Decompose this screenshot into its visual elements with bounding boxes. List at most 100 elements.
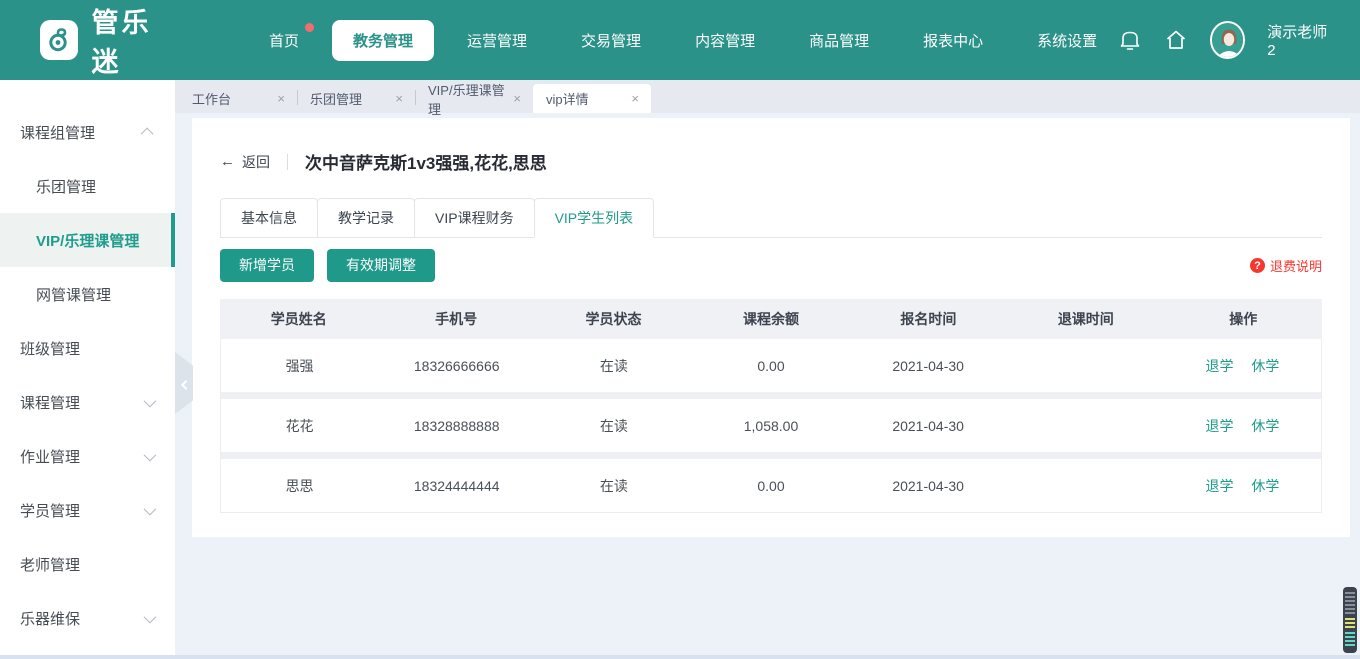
suspend-link[interactable]: 休学 xyxy=(1251,478,1279,494)
sidebar-item-online-course-management[interactable]: 网管课管理 xyxy=(0,267,175,321)
detail-card: ← 返回 次中音萨克斯1v3强强,花花,思思 基本信息 教学记录 VIP课程财务 xyxy=(192,118,1350,537)
vertical-scrollbar[interactable] xyxy=(1343,587,1357,653)
question-circle-icon: ? xyxy=(1250,258,1265,273)
sidebar-item-label: 乐团管理 xyxy=(36,176,96,197)
topbar-right: 演示老师2 xyxy=(1118,21,1330,59)
close-icon[interactable]: × xyxy=(513,92,521,105)
cell-status: 在读 xyxy=(535,356,692,376)
actions-row: 新增学员 有效期调整 ? 退费说明 xyxy=(220,249,1322,282)
sidebar-item-teacher-management[interactable]: 老师管理 xyxy=(0,537,175,591)
scrollbar-stripes-gray xyxy=(1345,592,1355,616)
tab-label: 乐团管理 xyxy=(310,89,362,108)
tab-label: VIP/乐理课管理 xyxy=(428,80,513,118)
table-header-row: 学员姓名 手机号 学员状态 课程余额 报名时间 退课时间 操作 xyxy=(220,299,1322,339)
column-header-student-name: 学员姓名 xyxy=(220,309,377,329)
opened-tabs-bar: 工作台 × 乐团管理 × VIP/乐理课管理 × vip详情 × xyxy=(175,80,1360,113)
close-icon[interactable]: × xyxy=(277,92,285,105)
adjust-validity-button[interactable]: 有效期调整 xyxy=(327,249,435,282)
sidebar-item-instrument-maintenance[interactable]: 乐器维保 xyxy=(0,591,175,645)
cell-balance: 1,058.00 xyxy=(692,418,849,434)
tab-vip-music-theory-management[interactable]: VIP/乐理课管理 × xyxy=(415,84,533,113)
tab-vip-detail[interactable]: vip详情 × xyxy=(533,84,651,113)
nav-item-label: 商品管理 xyxy=(809,33,869,50)
tab-label: VIP学生列表 xyxy=(555,210,634,226)
chevron-down-icon xyxy=(144,448,157,461)
sidebar-item-label: 网管课管理 xyxy=(36,284,111,305)
back-button[interactable]: ← 返回 xyxy=(220,152,270,172)
suspend-link[interactable]: 休学 xyxy=(1251,358,1279,374)
top-menu: 首页 教务管理 运营管理 交易管理 内容管理 商品管理 报表中心 系统设置 xyxy=(248,20,1118,61)
sidebar-item-course-management[interactable]: 课程管理 xyxy=(0,375,175,429)
withdraw-link[interactable]: 退学 xyxy=(1205,418,1233,434)
withdraw-link[interactable]: 退学 xyxy=(1205,358,1233,374)
nav-item-reports[interactable]: 报表中心 xyxy=(902,20,1004,61)
column-header-student-status: 学员状态 xyxy=(535,309,692,329)
sidebar-item-label: 乐器维保 xyxy=(20,608,80,629)
brand-logo[interactable]: 管乐迷 xyxy=(40,1,176,79)
cell-operations: 退学 休学 xyxy=(1164,356,1321,376)
horizontal-scrollbar[interactable] xyxy=(0,655,1360,659)
nav-item-label: 首页 xyxy=(269,33,299,50)
sidebar-item-label: 学员管理 xyxy=(20,500,80,521)
withdraw-link[interactable]: 退学 xyxy=(1205,478,1233,494)
refund-note-link[interactable]: ? 退费说明 xyxy=(1250,256,1322,275)
tab-vip-student-list[interactable]: VIP学生列表 xyxy=(534,198,655,238)
cell-operations: 退学 休学 xyxy=(1164,416,1321,436)
content-area: ← 返回 次中音萨克斯1v3强强,花花,思思 基本信息 教学记录 VIP课程财务 xyxy=(175,113,1360,659)
chevron-down-icon xyxy=(144,610,157,623)
suspend-link[interactable]: 休学 xyxy=(1251,418,1279,434)
tab-label: VIP课程财务 xyxy=(435,210,514,226)
nav-item-content[interactable]: 内容管理 xyxy=(674,20,776,61)
sidebar-item-label: 班级管理 xyxy=(20,338,80,359)
back-label: 返回 xyxy=(242,152,270,172)
tab-orchestra-management[interactable]: 乐团管理 × xyxy=(297,84,415,113)
nav-item-academic-management[interactable]: 教务管理 xyxy=(332,20,434,61)
tab-teaching-records[interactable]: 教学记录 xyxy=(317,198,415,238)
chevron-up-icon xyxy=(141,127,154,140)
nav-item-operations[interactable]: 运营管理 xyxy=(446,20,548,61)
nav-item-settings[interactable]: 系统设置 xyxy=(1016,20,1118,61)
chevron-left-icon xyxy=(180,379,190,389)
sidebar-item-label: 课程组管理 xyxy=(20,122,95,143)
add-student-button[interactable]: 新增学员 xyxy=(220,249,314,282)
column-header-quit-date: 退课时间 xyxy=(1007,309,1164,329)
home-icon[interactable] xyxy=(1164,27,1188,53)
cell-student-name: 强强 xyxy=(221,356,378,376)
tab-workbench[interactable]: 工作台 × xyxy=(179,84,297,113)
sidebar-item-class-management[interactable]: 班级管理 xyxy=(0,321,175,375)
table-row: 强强 18326666666 在读 0.00 2021-04-30 退学 休学 xyxy=(221,339,1321,392)
nav-item-label: 内容管理 xyxy=(695,33,755,50)
nav-item-home[interactable]: 首页 xyxy=(248,20,320,61)
nav-item-label: 运营管理 xyxy=(467,33,527,50)
close-icon[interactable]: × xyxy=(631,92,639,105)
nav-item-products[interactable]: 商品管理 xyxy=(788,20,890,61)
sidebar-item-course-group-management[interactable]: 课程组管理 xyxy=(0,105,175,159)
close-icon[interactable]: × xyxy=(395,92,403,105)
bell-icon[interactable] xyxy=(1118,27,1142,53)
main-area: 工作台 × 乐团管理 × VIP/乐理课管理 × vip详情 × ← xyxy=(175,80,1360,659)
avatar[interactable] xyxy=(1210,21,1245,59)
nav-item-transactions[interactable]: 交易管理 xyxy=(560,20,662,61)
column-header-operations: 操作 xyxy=(1165,309,1322,329)
column-header-phone: 手机号 xyxy=(377,309,534,329)
logo-instrument-icon xyxy=(40,20,78,60)
sidebar-item-student-management[interactable]: 学员管理 xyxy=(0,483,175,537)
tab-label: 工作台 xyxy=(192,89,231,108)
divider xyxy=(287,154,288,170)
sidebar-item-label: 作业管理 xyxy=(20,446,80,467)
nav-item-label: 教务管理 xyxy=(353,33,413,50)
tab-label: 教学记录 xyxy=(338,210,394,226)
page-header: ← 返回 次中音萨克斯1v3强强,花花,思思 xyxy=(220,118,1322,174)
cell-operations: 退学 休学 xyxy=(1164,476,1321,496)
cell-enroll-date: 2021-04-30 xyxy=(850,358,1007,374)
sidebar-item-vip-music-theory-management[interactable]: VIP/乐理课管理 xyxy=(0,213,175,267)
current-user-name[interactable]: 演示老师2 xyxy=(1267,21,1330,59)
table-row: 花花 18328888888 在读 1,058.00 2021-04-30 退学… xyxy=(221,399,1321,452)
sidebar-item-homework-management[interactable]: 作业管理 xyxy=(0,429,175,483)
tab-basic-info[interactable]: 基本信息 xyxy=(220,198,318,238)
nav-item-label: 交易管理 xyxy=(581,33,641,50)
sidebar-item-orchestra-management[interactable]: 乐团管理 xyxy=(0,159,175,213)
brand-name: 管乐迷 xyxy=(92,1,176,79)
tab-vip-course-finance[interactable]: VIP课程财务 xyxy=(414,198,535,238)
cell-phone: 18326666666 xyxy=(378,358,535,374)
